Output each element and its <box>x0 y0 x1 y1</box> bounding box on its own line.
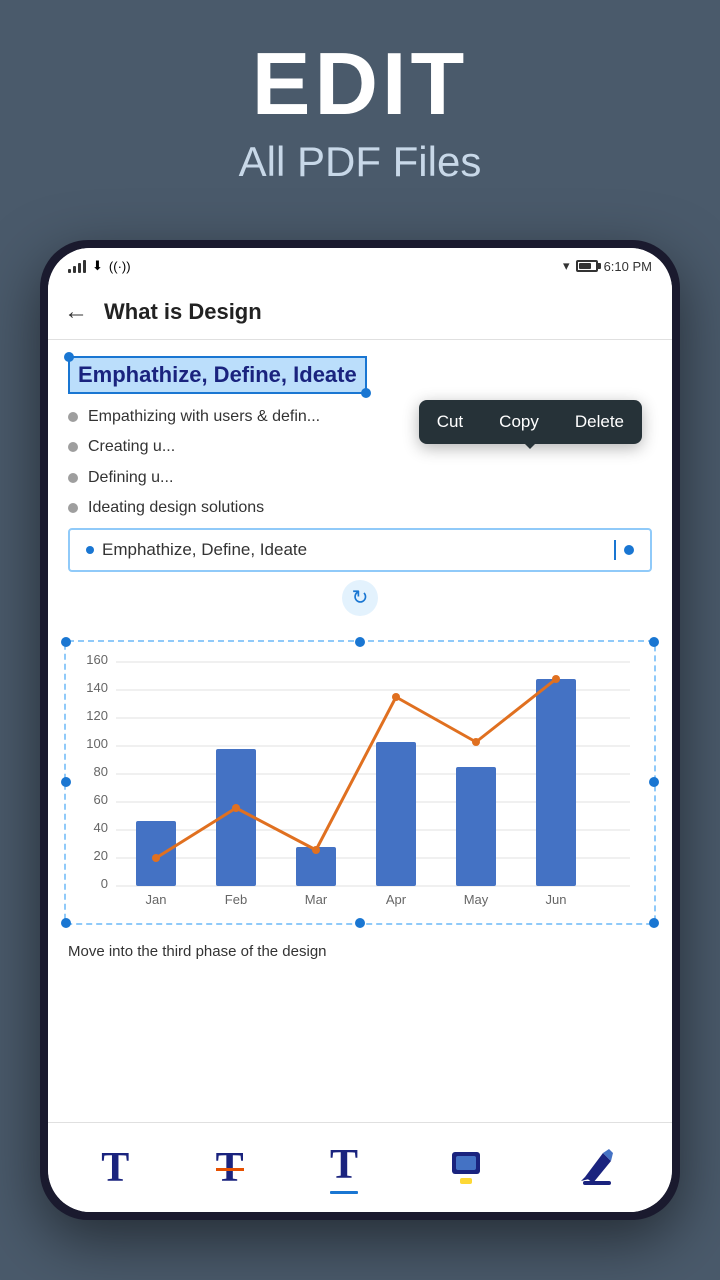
highlight-icon <box>444 1146 488 1190</box>
highlight-icon-wrap <box>444 1146 488 1190</box>
pdf-content: Emphathize, Define, Ideate Cut Copy Dele… <box>48 340 672 636</box>
bullet-dot <box>68 412 78 422</box>
bullet-text-2: Creating u... <box>88 436 175 458</box>
chart-section: 0 20 40 60 80 100 120 140 160 <box>48 640 672 933</box>
signal-icon <box>68 259 86 273</box>
resize-handle-bl[interactable] <box>61 918 71 928</box>
resize-handle-mr[interactable] <box>649 777 659 787</box>
svg-text:Jan: Jan <box>146 892 167 907</box>
bullet-dot <box>68 473 78 483</box>
refresh-icon: ↻ <box>342 580 378 616</box>
resize-handle-br[interactable] <box>649 918 659 928</box>
strikethrough-wrapper: T <box>216 1144 244 1192</box>
pen-tool[interactable] <box>563 1135 631 1200</box>
phone-frame: ⬇ ((·)) ▾ 6:10 PM ← What is Design Em <box>40 240 680 1220</box>
strikethrough-line-icon <box>216 1168 244 1171</box>
text-tool-underline[interactable]: T <box>318 1133 370 1202</box>
underline-wrapper: T <box>330 1141 358 1194</box>
svg-text:120: 120 <box>86 708 108 723</box>
pen-icon-wrap <box>575 1143 619 1192</box>
svg-text:100: 100 <box>86 736 108 751</box>
svg-text:0: 0 <box>101 876 108 891</box>
selected-text-container: Emphathize, Define, Ideate Cut Copy Dele… <box>68 356 652 394</box>
wifi-icon: ((·)) <box>109 259 131 274</box>
time-display: 6:10 PM <box>604 259 652 274</box>
app-toolbar: ← What is Design <box>48 284 672 340</box>
list-item: Ideating design solutions <box>68 497 652 519</box>
highlight-tool[interactable] <box>432 1138 500 1198</box>
document-title: What is Design <box>104 299 262 325</box>
selection-handle-right <box>361 388 371 398</box>
body-text: Move into the third phase of the design <box>48 933 672 972</box>
status-right: ▾ 6:10 PM <box>563 258 652 274</box>
svg-text:Apr: Apr <box>386 892 407 907</box>
pen-icon <box>575 1143 619 1187</box>
status-left: ⬇ ((·)) <box>68 258 131 274</box>
chart-container[interactable]: 0 20 40 60 80 100 120 140 160 <box>64 640 656 925</box>
bottom-toolbar: T T T <box>48 1122 672 1212</box>
header-title: EDIT <box>0 40 720 128</box>
bullet-dot <box>68 503 78 513</box>
svg-text:May: May <box>464 892 489 907</box>
copy-button[interactable]: Copy <box>481 400 557 444</box>
bullet-text-3: Defining u... <box>88 467 173 489</box>
svg-text:160: 160 <box>86 652 108 667</box>
context-menu: Cut Copy Delete <box>419 400 642 444</box>
svg-text:Jun: Jun <box>546 892 567 907</box>
chart-svg: 0 20 40 60 80 100 120 140 160 <box>74 650 646 910</box>
list-item: Defining u... <box>68 467 652 489</box>
refresh-button[interactable]: ↻ <box>68 580 652 616</box>
battery-icon <box>576 260 598 272</box>
wifi-signal-icon: ▾ <box>563 258 570 274</box>
selected-heading[interactable]: Emphathize, Define, Ideate <box>68 356 367 394</box>
text-tool-strikethrough[interactable]: T <box>204 1136 256 1200</box>
svg-text:Mar: Mar <box>305 892 328 907</box>
resize-handle-tl[interactable] <box>61 637 71 647</box>
edit-bullet <box>86 546 94 554</box>
edit-handle-right <box>624 545 634 555</box>
status-bar: ⬇ ((·)) ▾ 6:10 PM <box>48 248 672 284</box>
text-normal-icon: T <box>101 1144 129 1192</box>
svg-text:40: 40 <box>94 820 108 835</box>
text-cursor <box>614 540 616 560</box>
edit-text-content: Emphathize, Define, Ideate <box>102 540 606 560</box>
cut-button[interactable]: Cut <box>419 400 481 444</box>
svg-text:20: 20 <box>94 848 108 863</box>
underline-bar-icon <box>330 1191 358 1194</box>
resize-handle-bc[interactable] <box>355 918 365 928</box>
header-section: EDIT All PDF Files <box>0 0 720 206</box>
header-subtitle: All PDF Files <box>0 138 720 186</box>
bullet-text-1: Empathizing with users & defin... <box>88 406 320 428</box>
svg-text:Feb: Feb <box>225 892 247 907</box>
svg-text:140: 140 <box>86 680 108 695</box>
svg-text:60: 60 <box>94 792 108 807</box>
svg-text:80: 80 <box>94 764 108 779</box>
phone-screen: ⬇ ((·)) ▾ 6:10 PM ← What is Design Em <box>48 248 672 1212</box>
text-tool-normal[interactable]: T <box>89 1136 141 1200</box>
selection-handle-left <box>64 352 74 362</box>
bullet-dot <box>68 442 78 452</box>
edit-text-box[interactable]: Emphathize, Define, Ideate <box>68 528 652 572</box>
resize-handle-tc[interactable] <box>355 637 365 647</box>
back-button[interactable]: ← <box>64 298 88 326</box>
resize-handle-tr[interactable] <box>649 637 659 647</box>
download-icon: ⬇ <box>92 258 103 274</box>
bullet-text-4: Ideating design solutions <box>88 497 264 519</box>
resize-handle-ml[interactable] <box>61 777 71 787</box>
delete-button[interactable]: Delete <box>557 400 642 444</box>
underline-text-icon: T <box>330 1141 358 1189</box>
